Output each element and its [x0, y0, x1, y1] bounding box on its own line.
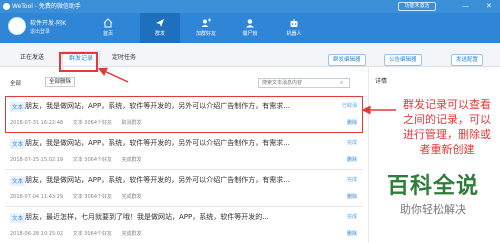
status-badge: 已取消 — [341, 103, 357, 109]
close-button[interactable]: ✕ — [486, 0, 492, 13]
home-icon — [103, 18, 113, 28]
status-badge: 完成 — [346, 214, 357, 220]
delete-link[interactable]: 删除 — [347, 230, 357, 237]
tab-scheduled-tasks[interactable]: 定时任务 — [106, 51, 142, 65]
search-icon[interactable]: ⌕ — [340, 79, 343, 87]
tab-sending[interactable]: 正在发送 — [14, 51, 50, 65]
record-time: 2018-07-25 15:02:19 — [10, 157, 64, 163]
watermark: 百科全说 助你轻松解决 — [370, 168, 496, 217]
nav-add-friends[interactable]: 加群好友 — [186, 13, 226, 43]
nav-home[interactable]: 首页 — [88, 13, 128, 43]
nav-label: 僵尸粉 — [242, 31, 258, 37]
robot-icon — [290, 19, 298, 27]
minimize-button[interactable]: — — [462, 0, 469, 13]
type-badge: 文本 — [10, 139, 26, 149]
record-time: 2018-06-28 10:15:02 — [10, 231, 64, 237]
record-list: 文本 朋友，我是做网站，APP，系统，软件等开发的，另外可以介绍广告制作方，有需… — [5, 96, 363, 243]
record-content: 朋友，我是做网站，APP，系统，软件等开发的，另外可以介绍广告制作方，有需求..… — [25, 176, 290, 184]
avatar[interactable] — [8, 17, 26, 35]
record-content: 朋友，我是做网站，APP，系统，软件等开发的，另外可以介绍广告制作方，有需求..… — [25, 139, 290, 147]
mass-send-editor-button[interactable]: 群发编辑器 — [328, 54, 366, 66]
record-time: 2018-07-04 11:43:29 — [10, 194, 64, 200]
nav-robot[interactable]: 机器人 — [274, 13, 314, 43]
record-state: 取消群发 — [121, 120, 142, 126]
annotation-text: 群发记录可以查看之间的记录，可以进行管理，删除或者重新创建 — [403, 98, 491, 156]
details-title: 详情 — [375, 78, 388, 85]
send-config-button[interactable]: 发送配置 — [451, 54, 484, 66]
record-content: 朋友，最近怎样，七月就要到了哦！我是做网站，APP，系统，软件等开发的... — [25, 213, 269, 221]
tab-highlight-box — [59, 52, 98, 72]
account-name: 软件开发-阿K — [30, 20, 67, 27]
zombie-fans-icon — [246, 19, 254, 28]
record-time: 2018-07-31 16:22:48 — [10, 120, 64, 126]
delete-all-button[interactable]: 全部删除 — [45, 77, 76, 87]
record-state: 完成群发 — [121, 157, 142, 163]
send-icon — [156, 19, 164, 27]
record-meta: 2018-07-04 11:43:29 文本 3064个好友 完成群发 — [10, 193, 150, 200]
nav-send[interactable]: 群发 — [140, 13, 180, 43]
notice-editor-button[interactable]: 公告编辑器 — [384, 54, 422, 66]
add-friend-icon — [201, 18, 211, 27]
record-content: 朋友，我是做网站，APP，系统，软件等开发的，另外可以介绍广告制作方，有需求..… — [25, 102, 290, 110]
select-all-dropdown[interactable]: 全部 — [10, 79, 21, 87]
status-badge: 完成 — [346, 177, 357, 183]
list-item[interactable]: 文本 朋友，最近怎样，七月就要到了哦！我是做网站，APP，系统，软件等开发的..… — [5, 207, 363, 243]
logout-link[interactable]: 退出登录 — [30, 28, 50, 35]
record-count: 文本 3064个好友 — [72, 157, 113, 163]
app-logo-icon — [3, 3, 10, 10]
list-item[interactable]: 文本 朋友，我是做网站，APP，系统，软件等开发的，另外可以介绍广告制作方，有需… — [5, 133, 363, 170]
nav-zombie-fans[interactable]: 僵尸粉 — [230, 13, 270, 43]
record-count: 文本 3064个好友 — [72, 194, 113, 200]
status-badge: 完成 — [346, 140, 357, 146]
activate-button[interactable]: 功能未激活 — [398, 2, 436, 11]
delete-link[interactable]: 删除 — [347, 193, 357, 200]
record-count: 文本 3064个好友 — [72, 120, 113, 126]
filter-row: 全部 全部删除 ⌕ — [0, 76, 360, 90]
watermark-subtitle: 助你轻松解决 — [400, 203, 466, 216]
title-bar: WeTool - 免费的微信助手 功能未激活 — ✕ — [0, 0, 500, 13]
header-bar: 软件开发-阿K 退出登录 首页 群发 加群好友 僵尸粉 机器人 — [0, 13, 500, 43]
search-input[interactable] — [258, 78, 350, 88]
list-item[interactable]: 文本 朋友，我是做网站，APP，系统，软件等开发的，另外可以介绍广告制作方，有需… — [5, 170, 363, 207]
record-count: 文本 3064个好友 — [72, 231, 113, 237]
type-badge: 文本 — [10, 102, 26, 112]
record-state: 完成群发 — [121, 194, 142, 200]
record-meta: 2018-07-25 15:02:19 文本 3064个好友 完成群发 — [10, 156, 150, 163]
nav-label: 加群好友 — [195, 31, 216, 37]
app-title: WeTool - 免费的微信助手 — [12, 3, 81, 10]
type-badge: 文本 — [10, 176, 26, 186]
nav-label: 首页 — [102, 31, 113, 37]
type-badge: 文本 — [10, 213, 26, 223]
watermark-title: 百科全说 — [386, 174, 479, 199]
delete-link[interactable]: 删除 — [347, 156, 357, 163]
record-state: 完成群发 — [121, 231, 142, 237]
delete-link[interactable]: 删除 — [347, 119, 357, 126]
record-meta: 2018-07-31 16:22:48 文本 3064个好友 取消群发 — [10, 119, 150, 126]
record-meta: 2018-06-28 10:15:02 文本 3064个好友 完成群发 — [10, 230, 150, 237]
nav-label: 群发 — [154, 31, 165, 37]
list-item[interactable]: 文本 朋友，我是做网站，APP，系统，软件等开发的，另外可以介绍广告制作方，有需… — [5, 96, 363, 134]
nav-label: 机器人 — [286, 31, 302, 37]
